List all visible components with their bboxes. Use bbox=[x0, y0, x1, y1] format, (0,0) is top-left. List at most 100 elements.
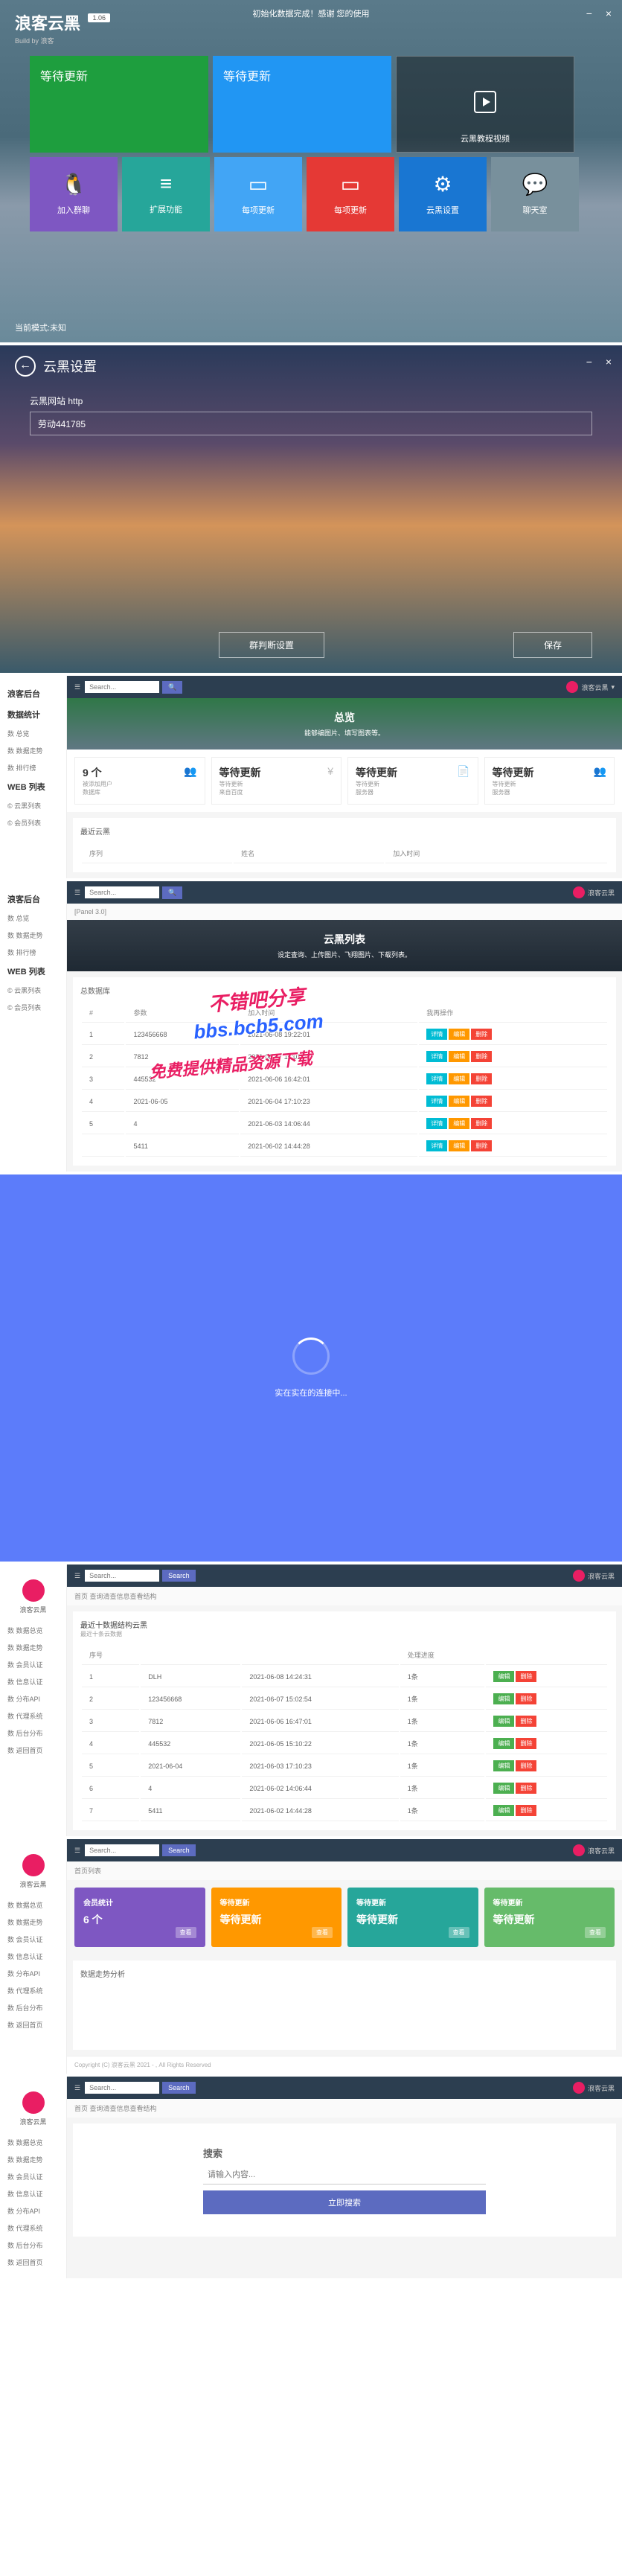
window-controls: − × bbox=[576, 7, 612, 19]
app-subtitle: Build by 浪客 bbox=[15, 36, 607, 45]
stat-card: 📄等待更新等待更新服务器 bbox=[347, 757, 478, 805]
users-icon: 👥 bbox=[184, 765, 196, 778]
avatar bbox=[22, 1854, 45, 1876]
view-button[interactable]: 查看 bbox=[176, 1927, 196, 1938]
search-input[interactable] bbox=[85, 681, 159, 693]
query-input[interactable] bbox=[203, 2166, 486, 2185]
app-title: 浪客云黑 bbox=[15, 10, 80, 34]
chevron-down-icon[interactable]: ▾ bbox=[611, 683, 615, 691]
section-title: 数据走势分析 bbox=[80, 1968, 609, 1979]
search-input[interactable] bbox=[85, 1570, 159, 1582]
update-tile-2[interactable]: 等待更新 bbox=[213, 56, 391, 153]
search-input[interactable] bbox=[85, 886, 159, 898]
menu-icon[interactable]: ☰ bbox=[74, 1847, 80, 1855]
close-button[interactable]: × bbox=[606, 7, 612, 19]
menu-icon[interactable]: ☰ bbox=[74, 2084, 80, 2092]
sidebar: 浪客后台 数 总览 数 数据走势 数 排行榜 WEB 列表 © 云黑列表 © 会… bbox=[0, 881, 67, 1172]
tile-chat[interactable]: 💬聊天室 bbox=[491, 157, 579, 231]
edit-button[interactable]: 编辑 bbox=[449, 1029, 469, 1040]
nav-item[interactable]: 数 数据总览 bbox=[0, 1622, 66, 1639]
app-main-window: 初始化数据完成！感谢 您的使用 − × 浪客云黑 1.06 Build by 浪… bbox=[0, 0, 622, 342]
tile-update-1[interactable]: ▭每项更新 bbox=[214, 157, 302, 231]
search-button[interactable]: Search bbox=[162, 2082, 196, 2094]
table-row: 42021-06-052021-06-04 17:10:23详情编辑删除 bbox=[82, 1091, 607, 1112]
table-row: 378122021-06-06 16:47:011条编辑删除 bbox=[82, 1711, 607, 1732]
save-button[interactable]: 保存 bbox=[513, 632, 592, 658]
settings-window: ← 云黑设置 − × 云黑网站 http 群判断设置 保存 bbox=[0, 345, 622, 673]
settings-title: 云黑设置 bbox=[43, 357, 97, 376]
avatar[interactable] bbox=[573, 1844, 585, 1856]
search-title: 搜索 bbox=[203, 2146, 486, 2160]
hero: 总览 能够编图片、填写图表等。 bbox=[67, 698, 622, 750]
data-table: 序号处理进度 1DLH2021-06-08 14:24:311条编辑删除 212… bbox=[80, 1644, 609, 1823]
minimize-button[interactable]: − bbox=[586, 7, 592, 19]
play-icon bbox=[474, 91, 496, 113]
layers-icon: ≡ bbox=[122, 172, 210, 196]
menu-icon[interactable]: ☰ bbox=[74, 889, 80, 897]
search-input[interactable] bbox=[85, 1844, 159, 1856]
table-row: 52021-06-042021-06-03 17:10:231条编辑删除 bbox=[82, 1756, 607, 1777]
blacklist-table: #参数加入时间我再操作 11234566682021-06-08 19:22:0… bbox=[80, 1002, 609, 1158]
delete-button[interactable]: 删除 bbox=[516, 1671, 536, 1682]
breadcrumb: [Panel 3.0] bbox=[67, 904, 622, 920]
tile-update-2[interactable]: ▭每项更新 bbox=[307, 157, 394, 231]
loading-screen: 实在实在的连接中... bbox=[0, 1174, 622, 1562]
mode-status: 当前模式:未知 bbox=[15, 322, 66, 333]
breadcrumb: 首页 查询清查信息查看结构 bbox=[67, 1587, 622, 1605]
tile-extensions[interactable]: ≡扩展功能 bbox=[122, 157, 210, 231]
init-message: 初始化数据完成！感谢 您的使用 bbox=[252, 7, 369, 19]
avatar[interactable] bbox=[573, 1570, 585, 1582]
nav-overview[interactable]: 数 总览 bbox=[0, 725, 66, 742]
table-row: 754112021-06-02 14:44:281条编辑删除 bbox=[82, 1800, 607, 1821]
group-settings-button[interactable]: 群判断设置 bbox=[219, 632, 324, 658]
detail-button[interactable]: 详情 bbox=[426, 1029, 447, 1040]
nav-rank[interactable]: 数 排行榜 bbox=[0, 759, 66, 776]
delete-button[interactable]: 删除 bbox=[471, 1029, 492, 1040]
search-submit-button[interactable]: 立即搜索 bbox=[203, 2190, 486, 2214]
minimize-button[interactable]: − bbox=[586, 356, 592, 368]
stat-card: 等待更新等待更新查看 bbox=[484, 1888, 615, 1947]
users-icon: 👥 bbox=[594, 765, 606, 778]
edit-button[interactable]: 编辑 bbox=[493, 1671, 514, 1682]
back-button[interactable]: ← bbox=[15, 356, 36, 377]
table-row: 34455322021-06-06 16:42:01详情编辑删除 bbox=[82, 1069, 607, 1090]
doc-icon: 📄 bbox=[457, 765, 469, 778]
table-row: 11234566682021-06-08 19:22:01详情编辑删除 bbox=[82, 1024, 607, 1045]
avatar[interactable] bbox=[573, 2082, 585, 2094]
avatar[interactable] bbox=[573, 886, 585, 898]
site-input[interactable] bbox=[30, 412, 592, 435]
brand: 浪客后台 bbox=[0, 683, 66, 704]
video-tile-label: 云黑教程视频 bbox=[397, 132, 574, 144]
breadcrumb: 首页 查询清查信息查看结构 bbox=[67, 2099, 622, 2118]
nav-members[interactable]: © 会员列表 bbox=[0, 814, 66, 831]
search-button[interactable]: Search bbox=[162, 1844, 196, 1856]
tile-join-group[interactable]: 🐧加入群聊 bbox=[30, 157, 118, 231]
search-button[interactable]: Search bbox=[162, 1570, 196, 1582]
table-row: 1DLH2021-06-08 14:24:311条编辑删除 bbox=[82, 1666, 607, 1687]
tile-settings[interactable]: ⚙云黑设置 bbox=[399, 157, 487, 231]
update-tile-1[interactable]: 等待更新 bbox=[30, 56, 208, 153]
version-badge: 1.06 bbox=[88, 13, 110, 22]
admin-dashboard: 浪客云黑 数 数据总览数 数据走势数 会员认证数 信息认证数 分布API数 代理… bbox=[0, 1839, 622, 2074]
admin-list: 浪客后台 数 总览 数 数据走势 数 排行榜 WEB 列表 © 云黑列表 © 会… bbox=[0, 881, 622, 1172]
table-row: 542021-06-03 14:06:44详情编辑删除 bbox=[82, 1113, 607, 1134]
search-button[interactable]: 🔍 bbox=[162, 886, 182, 899]
nav-blacklist[interactable]: © 云黑列表 bbox=[0, 797, 66, 814]
card-icon: ▭ bbox=[307, 172, 394, 196]
site-label: 云黑网站 http bbox=[30, 394, 592, 407]
admin-overview: 浪客后台 数据统计 数 总览 数 数据走势 数 排行榜 WEB 列表 © 云黑列… bbox=[0, 676, 622, 878]
sidebar: 浪客后台 数据统计 数 总览 数 数据走势 数 排行榜 WEB 列表 © 云黑列… bbox=[0, 676, 67, 878]
section-title: 最近云黑 bbox=[80, 825, 609, 837]
breadcrumb: 首页列表 bbox=[67, 1861, 622, 1880]
menu-icon[interactable]: ☰ bbox=[74, 683, 80, 691]
recent-table: 序列姓名加入时间 bbox=[80, 843, 609, 865]
spinner-icon bbox=[292, 1337, 330, 1375]
search-input[interactable] bbox=[85, 2082, 159, 2094]
nav-trends[interactable]: 数 数据走势 bbox=[0, 742, 66, 759]
avatar[interactable] bbox=[566, 681, 578, 693]
table-row: 21234566682021-06-07 15:02:541条编辑删除 bbox=[82, 1689, 607, 1710]
close-button[interactable]: × bbox=[606, 356, 612, 368]
search-button[interactable]: 🔍 bbox=[162, 681, 182, 694]
video-tile[interactable]: 云黑教程视频 bbox=[396, 56, 574, 153]
menu-icon[interactable]: ☰ bbox=[74, 1572, 80, 1580]
